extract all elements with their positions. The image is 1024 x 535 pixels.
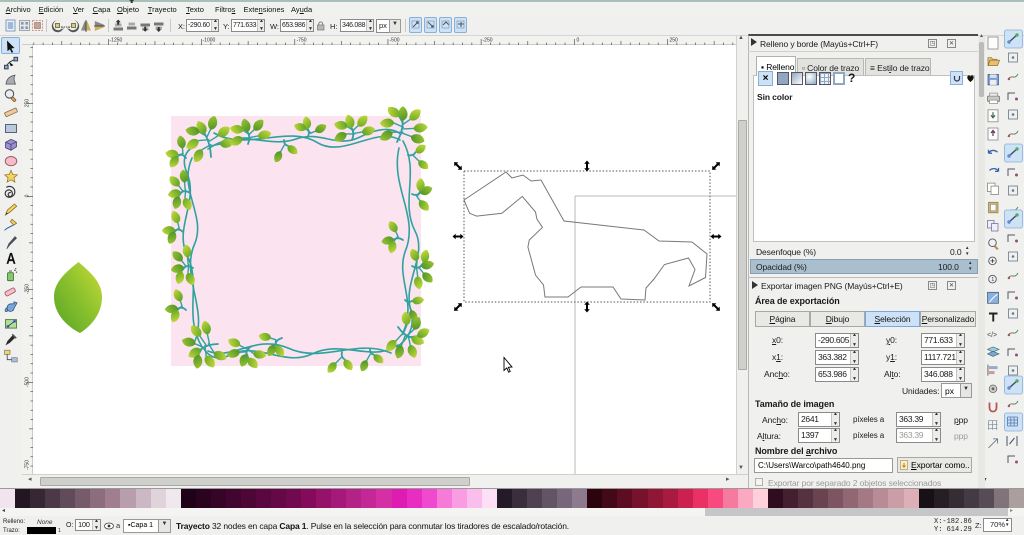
svg-text:</>: </> [987, 332, 997, 339]
svg-text:1: 1 [991, 277, 994, 283]
